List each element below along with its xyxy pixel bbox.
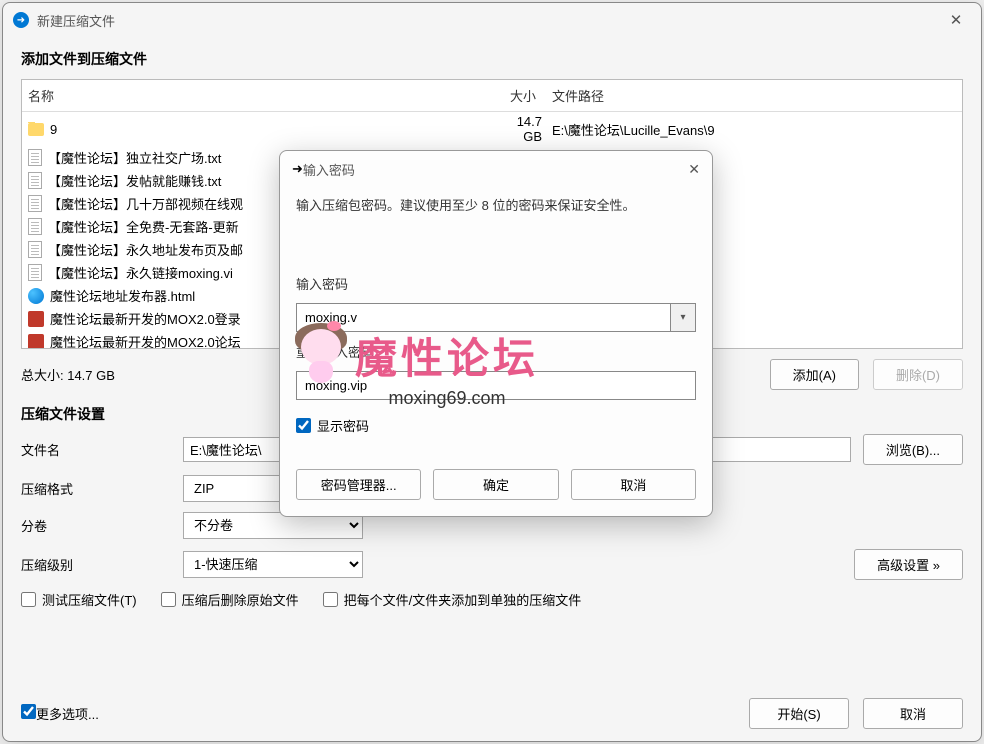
app-icon	[28, 311, 44, 327]
file-size: 14.7 GB	[497, 114, 542, 144]
app-icon: ➜	[292, 161, 303, 177]
password-dialog: ➜ 输入密码 ✕ 输入压缩包密码。建议使用至少 8 位的密码来保证安全性。 输入…	[279, 150, 713, 517]
cb-delete-after[interactable]: 压缩后删除原始文件	[161, 590, 299, 609]
folder-icon	[28, 123, 44, 136]
section-add-title: 添加文件到压缩文件	[21, 49, 963, 69]
browse-button[interactable]: 浏览(B)...	[863, 434, 963, 465]
file-name: 【魔性论坛】永久地址发布页及邮	[48, 240, 243, 259]
cb-test[interactable]: 测试压缩文件(T)	[21, 590, 137, 609]
main-titlebar: ➜ 新建压缩文件 ✕	[3, 3, 981, 37]
pwd-label2: 重新输入密码	[296, 342, 696, 361]
file-name: 9	[50, 122, 57, 137]
cb-show-password[interactable]: 显示密码	[296, 416, 696, 435]
file-name: 魔性论坛地址发布器.html	[50, 286, 195, 305]
pwd-ok-button[interactable]: 确定	[433, 469, 558, 500]
row-options: 测试压缩文件(T) 压缩后删除原始文件 把每个文件/文件夹添加到单独的压缩文件	[21, 590, 963, 609]
pwd-titlebar: ➜ 输入密码 ✕	[280, 151, 712, 187]
file-name: 【魔性论坛】全免费-无套路-更新	[48, 217, 239, 236]
txt-icon	[28, 172, 42, 189]
header-name[interactable]: 名称	[22, 84, 497, 107]
file-path: E:\魔性论坛\Lucille_Evans\9	[542, 120, 962, 139]
cb-more[interactable]: 更多选项...	[21, 704, 99, 723]
advanced-button[interactable]: 高级设置 »	[854, 549, 963, 580]
pwd-label1: 输入密码	[296, 274, 696, 293]
pwd-close-icon[interactable]: ✕	[688, 161, 700, 178]
txt-icon	[28, 264, 42, 281]
add-button[interactable]: 添加(A)	[770, 359, 859, 390]
txt-icon	[28, 218, 42, 235]
file-name: 【魔性论坛】独立社交广场.txt	[48, 148, 221, 167]
pwd-cancel-button[interactable]: 取消	[571, 469, 696, 500]
close-icon[interactable]: ✕	[941, 11, 971, 29]
app-icon	[28, 334, 44, 349]
cancel-button[interactable]: 取消	[863, 698, 963, 729]
app-icon: ➜	[13, 12, 29, 28]
pwd-hint: 输入压缩包密码。建议使用至少 8 位的密码来保证安全性。	[296, 195, 696, 214]
label-level: 压缩级别	[21, 555, 171, 574]
txt-icon	[28, 195, 42, 212]
header-size[interactable]: 大小	[497, 84, 542, 107]
password-input[interactable]	[296, 303, 670, 332]
header-path[interactable]: 文件路径	[542, 84, 962, 107]
file-row[interactable]: 9 14.7 GBE:\魔性论坛\Lucille_Evans\9	[22, 112, 962, 146]
file-name: 【魔性论坛】几十万部视频在线观	[48, 194, 243, 213]
label-filename: 文件名	[21, 440, 171, 459]
file-list-headers: 名称 大小 文件路径	[22, 80, 962, 112]
total-size-label: 总大小: 14.7 GB	[21, 365, 115, 384]
pwd-title: 输入密码	[303, 160, 688, 179]
start-button[interactable]: 开始(S)	[749, 698, 849, 729]
txt-icon	[28, 149, 42, 166]
pwd-buttons: 密码管理器... 确定 取消	[296, 469, 696, 500]
html-icon	[28, 288, 44, 304]
bottom-row: 更多选项... 开始(S) 取消	[21, 690, 963, 729]
txt-icon	[28, 241, 42, 258]
pwd-body: 输入压缩包密码。建议使用至少 8 位的密码来保证安全性。 输入密码 ▾ 重新输入…	[280, 187, 712, 516]
file-name: 魔性论坛最新开发的MOX2.0登录	[50, 309, 241, 328]
window-title: 新建压缩文件	[37, 11, 941, 30]
label-format: 压缩格式	[21, 479, 171, 498]
row-level: 压缩级别 1-快速压缩 高级设置 »	[21, 549, 963, 580]
pwd-combo: ▾	[296, 303, 696, 332]
remove-button: 删除(D)	[873, 359, 963, 390]
chevron-down-icon[interactable]: ▾	[670, 303, 696, 332]
level-select[interactable]: 1-快速压缩	[183, 551, 363, 578]
password-manager-button[interactable]: 密码管理器...	[296, 469, 421, 500]
password-confirm-input[interactable]	[296, 371, 696, 400]
file-name: 【魔性论坛】发帖就能赚钱.txt	[48, 171, 221, 190]
label-split: 分卷	[21, 516, 171, 535]
file-name: 魔性论坛最新开发的MOX2.0论坛	[50, 332, 241, 348]
file-name: 【魔性论坛】永久链接moxing.vi	[48, 263, 233, 282]
cb-separate[interactable]: 把每个文件/文件夹添加到单独的压缩文件	[323, 590, 582, 609]
